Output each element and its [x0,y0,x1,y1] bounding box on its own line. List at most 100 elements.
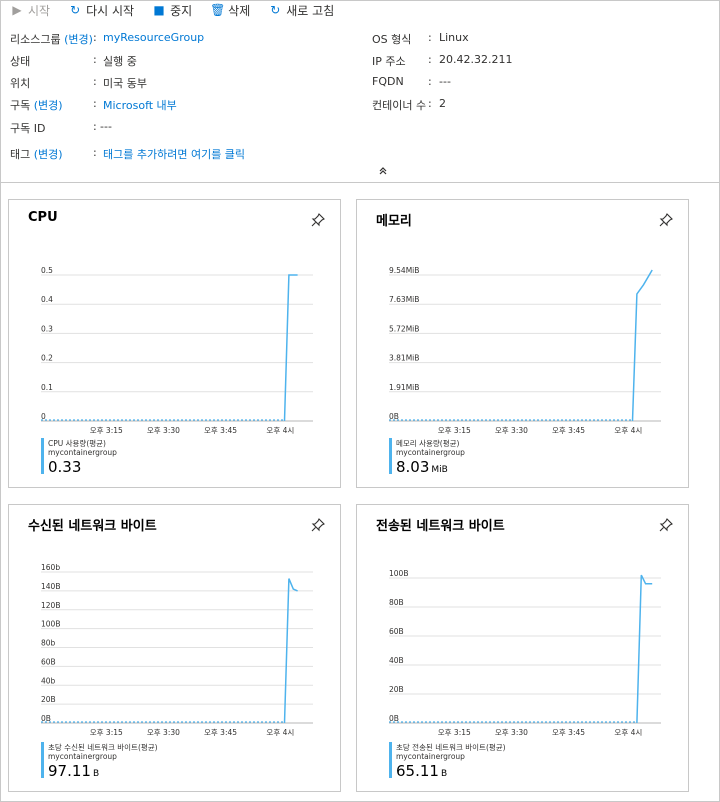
cpu-tile[interactable]: CPU 0.5 0.4 0.3 0.2 0.1 0 오후 3:15 오후 3:30 오후 3:4… [8,199,341,488]
colon: : [93,120,97,133]
os-type-key: OS 형식 [372,33,412,46]
colon: : [428,97,432,110]
y-tick-label: 3.81MiB [389,354,419,363]
trash-icon: 🗑 [210,3,226,17]
y-tick-label: 0.2 [41,354,53,363]
x-tick-label: 오후 4시 [614,426,642,435]
legend-value: 97.11 B [48,762,100,780]
essentials-panel: 리소스그룹 (변경) : myResourceGroup 상태 : 실행 중 위… [10,31,710,166]
x-tick-label: 오후 4시 [266,728,294,737]
legend-color [389,438,392,474]
stop-icon: ■ [153,3,165,17]
start-label: 시작 [28,3,51,18]
restart-button[interactable]: ↻ 다시 시작 [68,2,134,19]
resource-group-value[interactable]: myResourceGroup [103,31,204,44]
tags-key: 태그 (변경) [10,148,63,161]
subscription-id-value: --- [100,120,112,133]
y-tick-label: 9.54MiB [389,266,419,275]
x-tick-label: 오후 3:30 [147,426,180,435]
legend-color [389,742,392,778]
colon: : [428,53,432,66]
x-tick-label: 오후 3:15 [438,426,471,435]
command-bar: ▶ 시작 ↻ 다시 시작 ■ 중지 🗑 삭제 ↻ 새로 고침 [0,0,720,20]
memory-tile[interactable]: 메모리 9.54MiB 7.63MiB 5.72MiB 3.81MiB 1.91MiB 0… [356,199,689,488]
x-tick-label: 오후 3:45 [204,728,237,737]
x-tick-label: 오후 3:45 [552,728,585,737]
y-tick-label: 100B [41,620,60,629]
legend-resource: mycontainergroup [396,448,465,457]
location-key: 위치 [10,77,31,90]
x-tick-label: 오후 3:15 [438,728,471,737]
ip-address-key: IP 주소 [372,55,406,68]
delete-label: 삭제 [228,3,251,18]
legend-value: 0.33 [48,458,82,476]
colon: : [93,53,97,66]
refresh-icon: ↻ [270,3,281,17]
colon: : [93,31,97,44]
container-count-value: 2 [439,97,446,110]
restart-icon: ↻ [70,3,81,17]
y-tick-label: 0.1 [41,383,53,392]
os-type-value: Linux [439,31,469,44]
y-tick-label: 80B [389,598,404,607]
x-tick-label: 오후 4시 [266,426,294,435]
subscription-change-link[interactable]: (변경) [34,99,63,112]
y-tick-label: 40B [389,656,404,665]
series-line[interactable] [631,269,653,422]
x-tick-label: 오후 4시 [614,728,642,737]
divider [1,182,719,183]
y-tick-label: 160b [41,563,60,572]
network-transmitted-tile[interactable]: 전송된 네트워크 바이트 100B 80B 60B 40B 20B 0B 오후 3:15 오후… [356,504,689,792]
subscription-id-key: 구독 ID [10,122,46,135]
delete-button[interactable]: 🗑 삭제 [210,2,250,19]
y-tick-label: 5.72MiB [389,324,419,333]
legend-value: 65.11 B [396,762,448,780]
double-chevron-up-icon[interactable] [378,166,388,179]
fqdn-key: FQDN [372,75,404,88]
legend-color [41,742,44,778]
ip-address-value: 20.42.32.211 [439,53,513,66]
x-tick-label: 오후 3:45 [552,426,585,435]
restart-label: 다시 시작 [86,3,135,18]
series-line[interactable] [636,574,653,724]
stop-label: 중지 [170,3,193,18]
legend-resource: mycontainergroup [48,448,117,457]
y-tick-label: 0.4 [41,295,53,304]
y-tick-label: 60B [41,657,56,666]
series-line[interactable] [283,274,298,422]
y-tick-label: 0.3 [41,324,53,333]
stop-button[interactable]: ■ 중지 [152,2,192,19]
legend-resource: mycontainergroup [48,752,117,761]
colon: : [428,31,432,44]
subscription-key: 구독 (변경) [10,99,63,112]
y-tick-label: 80b [41,639,56,648]
y-tick-label: 1.91MiB [389,383,419,392]
status-value: 실행 중 [103,55,137,68]
legend-color [41,438,44,474]
x-tick-label: 오후 3:15 [90,426,123,435]
x-tick-label: 오후 3:15 [90,728,123,737]
status-key: 상태 [10,55,31,68]
container-count-key: 컨테이너 수 [372,99,427,112]
x-tick-label: 오후 3:30 [495,728,528,737]
legend-resource: mycontainergroup [396,752,465,761]
x-tick-label: 오후 3:45 [204,426,237,435]
colon: : [93,97,97,110]
y-tick-label: 60B [389,627,404,636]
y-tick-label: 0.5 [41,266,53,275]
y-tick-label: 20B [41,695,56,704]
refresh-button[interactable]: ↻ 새로 고침 [268,2,334,19]
tags-change-link[interactable]: (변경) [34,148,63,161]
y-tick-label: 20B [389,685,404,694]
network-received-tile[interactable]: 수신된 네트워크 바이트 160b 140B 120B 100B 80b 60B 40b 20… [8,504,341,792]
start-button[interactable]: ▶ 시작 [10,2,50,19]
resource-group-change-link[interactable]: (변경) [64,33,93,46]
add-tags-link[interactable]: 태그를 추가하려면 여기를 클릭 [103,146,245,162]
x-tick-label: 오후 3:30 [495,426,528,435]
subscription-value[interactable]: Microsoft 내부 [103,97,177,113]
colon: : [93,146,97,159]
y-tick-label: 120B [41,601,60,610]
y-tick-label: 140B [41,582,60,591]
series-line[interactable] [283,578,298,724]
y-tick-label: 7.63MiB [389,295,419,304]
